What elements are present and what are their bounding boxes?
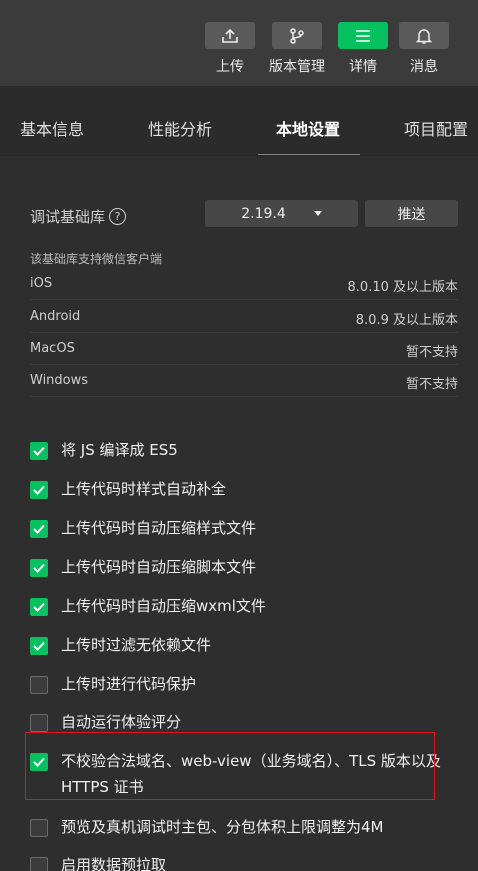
client-version: 8.0.10 及以上版本 xyxy=(347,280,458,295)
client-row: Windows 暂不支持 xyxy=(30,365,458,397)
tab-local-settings[interactable]: 本地设置 xyxy=(276,116,340,140)
checkbox-checked-icon[interactable] xyxy=(30,637,48,655)
checkbox-checked-icon[interactable] xyxy=(30,559,48,577)
library-version-select[interactable]: 2.19.4 xyxy=(205,200,358,227)
notice-label: 消息 xyxy=(410,59,438,75)
checkbox-checked-icon[interactable] xyxy=(30,442,48,460)
client-row: iOS 8.0.10 及以上版本 xyxy=(30,268,458,300)
tabs-divider xyxy=(0,155,478,156)
detail-label: 详情 xyxy=(349,59,377,75)
option-checkbox-row[interactable]: 上传代码时自动压缩样式文件 xyxy=(30,519,441,541)
top-toolbar: 上传 版本管理 详情 消息 xyxy=(0,0,478,86)
debug-library-label: 调试基础库 ? xyxy=(30,206,127,227)
client-version: 暂不支持 xyxy=(405,377,458,392)
client-name: iOS xyxy=(30,276,53,291)
checkbox-checked-icon[interactable] xyxy=(30,481,48,499)
branch-icon xyxy=(272,22,322,49)
option-checkbox-row[interactable]: 上传时过滤无依赖文件 xyxy=(30,636,441,658)
option-checkbox-row[interactable]: 上传代码时自动压缩脚本文件 xyxy=(30,558,441,580)
chevron-down-icon xyxy=(313,211,322,216)
option-label: 上传代码时自动压缩脚本文件 xyxy=(61,558,257,576)
version-management-button[interactable]: 版本管理 xyxy=(262,22,332,76)
client-name: MacOS xyxy=(30,341,75,356)
menu-icon xyxy=(338,22,388,49)
push-button[interactable]: 推送 xyxy=(365,200,458,227)
option-checkbox-row[interactable]: 预览及真机调试时主包、分包体积上限调整为4M xyxy=(30,818,441,840)
upload-button[interactable]: 上传 xyxy=(204,22,256,76)
checkbox-unchecked-icon[interactable] xyxy=(30,714,48,732)
checkbox-checked-icon[interactable] xyxy=(30,520,48,538)
upload-label: 上传 xyxy=(216,59,244,75)
option-checkbox-row[interactable]: 上传代码时样式自动补全 xyxy=(30,480,441,502)
debug-library-text: 调试基础库 xyxy=(30,208,106,226)
client-row: MacOS 暂不支持 xyxy=(30,333,458,365)
detail-tabs: 基本信息 性能分析 本地设置 项目配置 xyxy=(0,86,478,156)
option-label: 上传代码时自动压缩wxml文件 xyxy=(61,597,266,615)
client-name: Windows xyxy=(30,373,89,388)
client-version: 暂不支持 xyxy=(405,345,458,360)
tab-project-config[interactable]: 项目配置 xyxy=(404,116,468,140)
option-checkbox-row[interactable]: 启用数据预拉取 xyxy=(30,856,441,871)
option-label: 上传时过滤无依赖文件 xyxy=(61,636,212,654)
checkbox-unchecked-icon[interactable] xyxy=(30,857,48,871)
bell-icon xyxy=(399,22,449,49)
tab-performance[interactable]: 性能分析 xyxy=(148,116,212,140)
option-label: 预览及真机调试时主包、分包体积上限调整为4M xyxy=(61,818,384,836)
library-version-value: 2.19.4 xyxy=(241,205,286,222)
checkbox-checked-icon[interactable] xyxy=(30,598,48,616)
option-label: 上传代码时自动压缩样式文件 xyxy=(61,519,257,537)
option-label: 启用数据预拉取 xyxy=(61,856,167,871)
client-row: Android 8.0.9 及以上版本 xyxy=(30,301,458,333)
option-checkbox-row[interactable]: 上传时进行代码保护 xyxy=(30,675,441,697)
highlight-box xyxy=(25,732,435,800)
help-icon[interactable]: ? xyxy=(109,208,127,225)
upload-icon xyxy=(205,22,255,49)
option-label: 上传代码时样式自动补全 xyxy=(61,480,227,498)
option-label: 上传时进行代码保护 xyxy=(61,675,197,693)
checkbox-unchecked-icon[interactable] xyxy=(30,819,48,837)
option-checkbox-row[interactable]: 将 JS 编译成 ES5 xyxy=(30,441,441,463)
support-note: 该基础库支持微信客户端 xyxy=(30,252,163,266)
option-label: 将 JS 编译成 ES5 xyxy=(61,441,178,459)
version-management-label: 版本管理 xyxy=(269,59,325,75)
option-checkbox-row[interactable]: 上传代码时自动压缩wxml文件 xyxy=(30,597,441,619)
checkbox-unchecked-icon[interactable] xyxy=(30,676,48,694)
client-name: Android xyxy=(30,309,81,324)
client-version: 8.0.9 及以上版本 xyxy=(355,313,458,328)
notice-button[interactable]: 消息 xyxy=(398,22,450,76)
tab-basic-info[interactable]: 基本信息 xyxy=(20,116,84,140)
detail-button[interactable]: 详情 xyxy=(337,22,389,76)
